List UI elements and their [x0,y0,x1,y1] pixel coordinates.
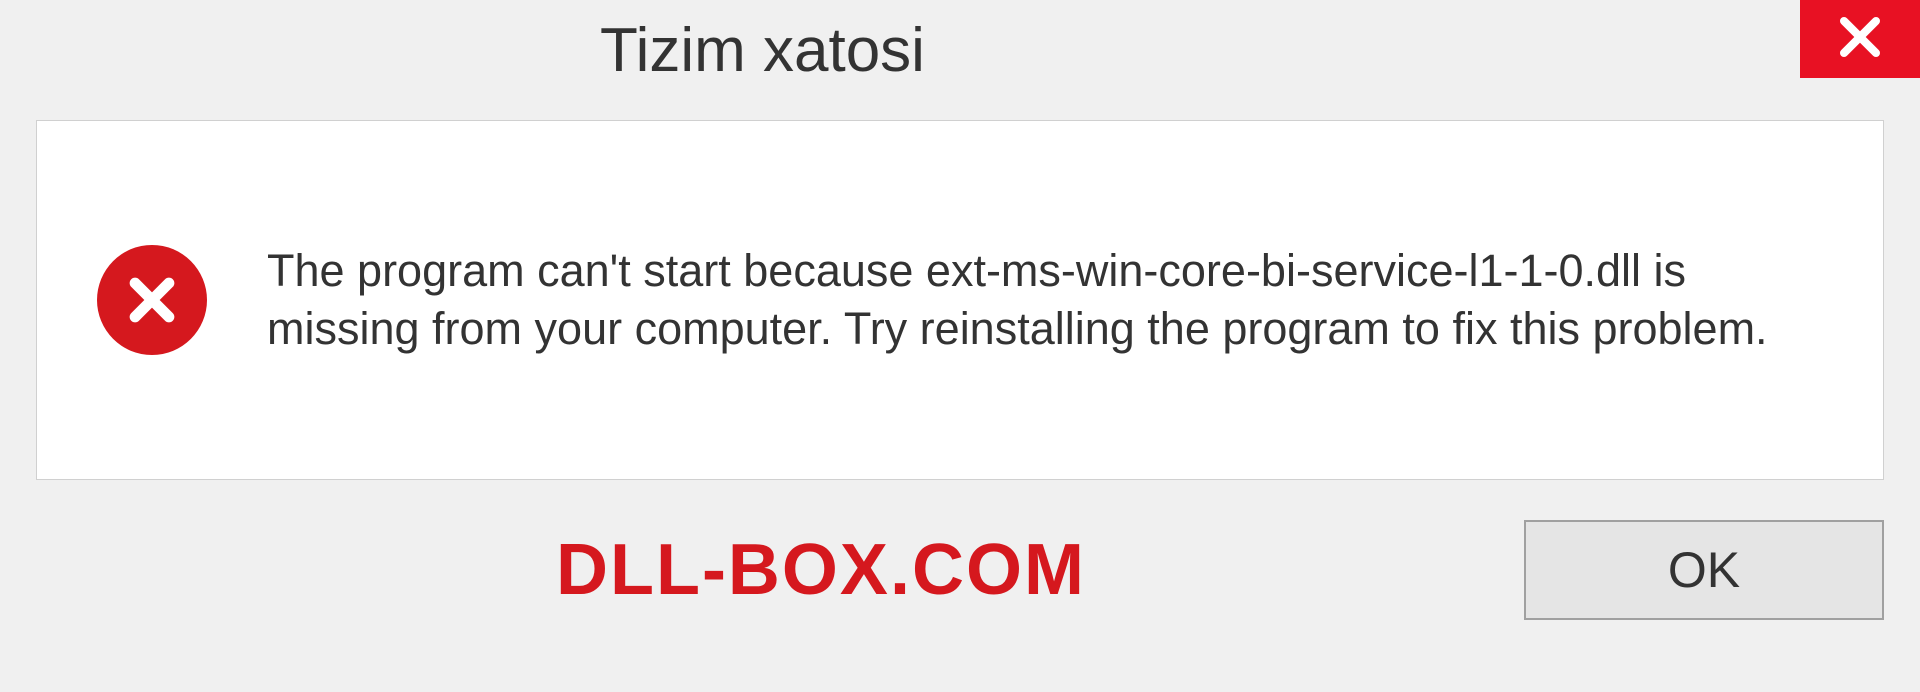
close-icon [1836,13,1884,66]
error-icon [97,245,207,355]
dialog-title: Tizim xatosi [600,15,925,86]
ok-button[interactable]: OK [1524,520,1884,620]
footer: DLL-BOX.COM OK [36,520,1884,620]
close-button[interactable] [1800,0,1920,78]
error-message: The program can't start because ext-ms-w… [267,242,1823,359]
titlebar: Tizim xatosi [0,0,1920,100]
content-panel: The program can't start because ext-ms-w… [36,120,1884,480]
watermark-text: DLL-BOX.COM [36,529,1086,611]
